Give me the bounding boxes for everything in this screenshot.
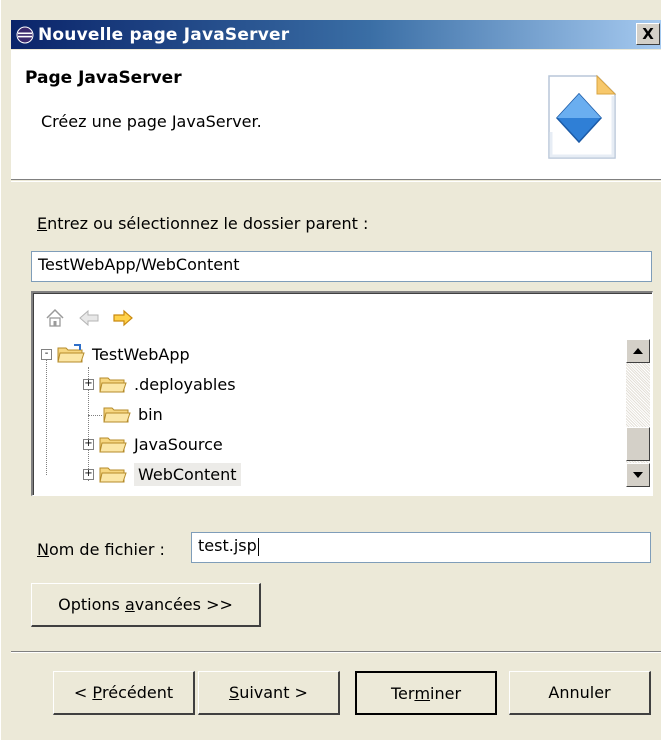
home-icon[interactable] <box>43 307 67 329</box>
jsp-page-icon <box>541 72 621 164</box>
tree-item-testwebapp[interactable]: - TestWebApp <box>41 339 190 369</box>
parent-folder-label: Entrez ou sélectionnez le dossier parent… <box>37 214 369 233</box>
header-separator <box>11 181 661 182</box>
folder-icon <box>98 464 128 484</box>
tree-item-label: .deployables <box>134 374 236 394</box>
tree-scrollbar[interactable] <box>626 339 650 487</box>
advanced-options-button[interactable]: Options a vancées >> <box>31 583 261 627</box>
parent-folder-input[interactable]: TestWebApp/WebContent <box>31 251 652 282</box>
scroll-up-button[interactable] <box>626 339 650 363</box>
folder-icon <box>98 434 128 454</box>
tree-toolbar <box>43 305 135 331</box>
folder-icon <box>98 374 128 394</box>
wizard-header: Page JavaServer Créez une page JavaServe… <box>11 50 661 180</box>
tree-item-label: bin <box>138 404 163 424</box>
next-button[interactable]: Suivant > <box>198 671 340 715</box>
wizard-dialog: Nouvelle page JavaServer X Page JavaServ… <box>0 0 661 740</box>
tree-item-javasource[interactable]: + JavaSource <box>83 429 223 459</box>
arrow-down-icon <box>633 472 643 478</box>
expand-icon[interactable]: + <box>83 468 94 480</box>
close-icon: X <box>642 25 654 43</box>
eclipse-icon <box>16 26 34 44</box>
forward-arrow-icon[interactable] <box>111 307 135 329</box>
page-description: Créez une page JavaServer. <box>41 112 262 131</box>
expand-icon[interactable]: + <box>83 438 94 450</box>
tree-item-webcontent[interactable]: + WebContent <box>83 459 241 489</box>
window-title: Nouvelle page JavaServer <box>38 24 290 45</box>
collapse-icon[interactable]: - <box>41 348 52 360</box>
project-folder-icon <box>56 344 86 364</box>
scroll-down-button[interactable] <box>626 463 650 487</box>
filename-label: Nom de fichier : <box>37 540 165 559</box>
arrow-up-icon <box>633 348 643 354</box>
previous-button[interactable]: < Précédent <box>53 671 195 715</box>
text-caret <box>257 537 259 556</box>
button-separator <box>11 651 661 653</box>
tree-connector <box>88 415 102 416</box>
tree-connector <box>46 355 47 475</box>
scroll-thumb[interactable] <box>626 427 650 461</box>
folder-tree[interactable]: - TestWebApp + .deployables bin + JavaSo… <box>31 291 653 496</box>
folder-icon <box>102 404 132 424</box>
title-bar[interactable]: Nouvelle page JavaServer X <box>11 20 661 49</box>
tree-item-label: TestWebApp <box>92 344 190 364</box>
finish-button[interactable]: Ter m iner <box>355 671 497 715</box>
tree-item-label: JavaSource <box>134 434 223 454</box>
page-title: Page JavaServer <box>25 68 182 88</box>
expand-icon[interactable]: + <box>83 378 94 390</box>
tree-item-deployables[interactable]: + .deployables <box>83 369 236 399</box>
tree-item-bin[interactable]: bin <box>102 399 163 429</box>
back-arrow-icon[interactable] <box>77 307 101 329</box>
close-button[interactable]: X <box>636 23 660 45</box>
cancel-button[interactable]: Annuler <box>509 671 651 715</box>
tree-item-label: WebContent <box>134 462 241 486</box>
filename-input[interactable]: test.jsp <box>191 532 651 563</box>
